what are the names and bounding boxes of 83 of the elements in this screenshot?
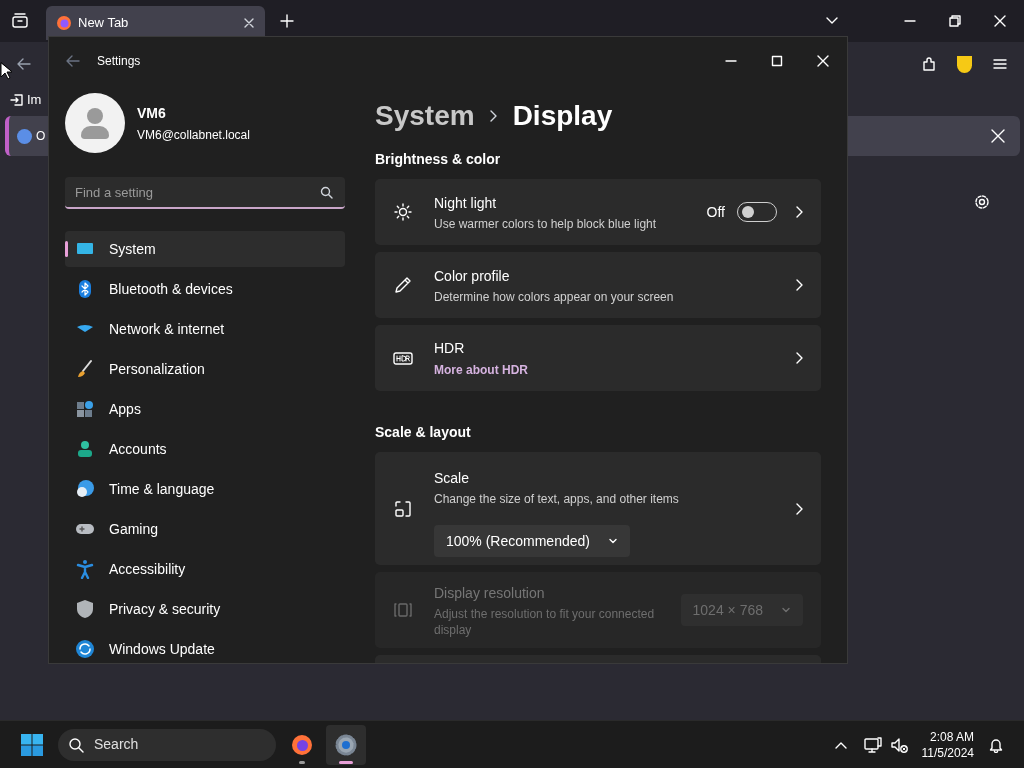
globe-clock-icon: [75, 479, 95, 499]
chevron-down-icon: [781, 605, 791, 615]
back-arrow-icon[interactable]: [16, 56, 32, 72]
settings-taskbar-button[interactable]: [326, 724, 366, 765]
setting-description: Change the size of text, apps, and other items: [434, 491, 680, 507]
bell-icon[interactable]: [988, 736, 1004, 753]
close-icon[interactable]: [243, 17, 255, 29]
user-name: VM6: [137, 103, 167, 123]
nav-item[interactable]: Gaming: [65, 511, 345, 547]
extensions-icon[interactable]: [921, 56, 937, 72]
setting-title: Display resolution: [434, 583, 546, 603]
setting-description: Use warmer colors to help block blue light: [434, 215, 658, 232]
date-text: 11/5/2024: [921, 744, 974, 761]
resolution-icon: [393, 600, 413, 620]
nav-item[interactable]: Accessibility: [65, 551, 345, 587]
page-title: Display: [512, 99, 613, 133]
search-field[interactable]: Find a setting: [65, 177, 345, 209]
dropdown[interactable]: 100% (Recommended): [434, 525, 630, 557]
hdr-link[interactable]: More about HDR: [434, 360, 528, 379]
firefox-icon: [56, 15, 72, 31]
apps-icon: [75, 399, 95, 419]
setting-description: Determine how colors appear on your screen: [434, 288, 675, 305]
nav-item[interactable]: Time & language: [65, 471, 345, 507]
chevron-right-icon: [795, 279, 803, 291]
nav-item[interactable]: Privacy & security: [65, 591, 345, 627]
nav-item[interactable]: Windows Update: [65, 631, 345, 663]
breadcrumb-link[interactable]: System: [375, 95, 475, 137]
shield-icon[interactable]: [957, 55, 972, 73]
scale-icon: [393, 498, 413, 519]
import-icon[interactable]: [10, 92, 24, 107]
tab-title: New Tab: [78, 14, 130, 33]
accessibility-icon: [75, 559, 95, 579]
chevron-right-icon: [488, 109, 499, 123]
chevron-down-icon: [607, 536, 618, 546]
nav-item[interactable]: System: [65, 231, 345, 267]
nav-item[interactable]: Apps: [65, 391, 345, 427]
start-icon[interactable]: [20, 732, 44, 757]
taskbar-search[interactable]: Search: [58, 728, 276, 761]
new-tab-icon[interactable]: [280, 14, 294, 28]
clock[interactable]: 2:08 AM 11/5/2024: [921, 728, 974, 761]
nav-item[interactable]: Bluetooth & devices: [65, 271, 345, 307]
nav-item[interactable]: Accounts: [65, 431, 345, 467]
paintbrush-icon: [75, 359, 95, 379]
refresh-icon: [75, 639, 95, 659]
network-icon[interactable]: [863, 735, 882, 754]
tab-list-icon[interactable]: [11, 12, 29, 30]
setting-title: Color profile: [434, 266, 511, 286]
settings-card[interactable]: Scale Change the size of text, apps, and other items 100% (Recommended): [375, 452, 821, 565]
brightness-icon: [393, 202, 413, 222]
search-icon: [320, 186, 333, 199]
setting-title: HDR: [434, 338, 466, 358]
firefox-icon: [290, 732, 314, 757]
setting-title: Scale: [434, 469, 471, 488]
chevron-right-icon: [795, 502, 803, 515]
chevron-right-icon: [795, 352, 803, 364]
gear-icon: [334, 732, 358, 757]
user-email: VM6@collabnet.local: [137, 126, 250, 144]
toggle-state: Off: [706, 202, 725, 222]
time-text: 2:08 AM: [929, 728, 974, 745]
shield-icon: [75, 599, 95, 619]
notification-text: O: [36, 128, 46, 145]
settings-card[interactable]: Color profile Determine how colors appear on your screen: [375, 252, 821, 318]
section-heading: Scale & layout: [375, 423, 472, 442]
section-heading: Brightness & color: [375, 150, 502, 169]
chevron-right-icon: [795, 206, 803, 218]
info-icon: [17, 128, 32, 144]
setting-description: Adjust the resolution to fit your connected display: [434, 605, 656, 638]
settings-card[interactable]: HDR More about HDR: [375, 325, 821, 391]
avatar: [65, 93, 125, 153]
search-icon: [68, 736, 84, 753]
settings-card[interactable]: Night light Use warmer colors to help block blue light Off: [375, 179, 821, 245]
settings-icon[interactable]: [973, 193, 991, 211]
menu-icon[interactable]: [992, 56, 1008, 72]
restore-icon[interactable]: [949, 15, 961, 27]
setting-title: Night light: [434, 193, 498, 213]
back-arrow-icon[interactable]: [66, 54, 80, 68]
nav-item[interactable]: Personalization: [65, 351, 345, 387]
cursor-icon: [0, 62, 12, 80]
nav-item[interactable]: Network & internet: [65, 311, 345, 347]
maximize-icon[interactable]: [771, 55, 783, 67]
window-title: Settings: [97, 53, 141, 70]
bookmark-link[interactable]: Im: [27, 90, 42, 110]
person-icon: [75, 439, 95, 459]
